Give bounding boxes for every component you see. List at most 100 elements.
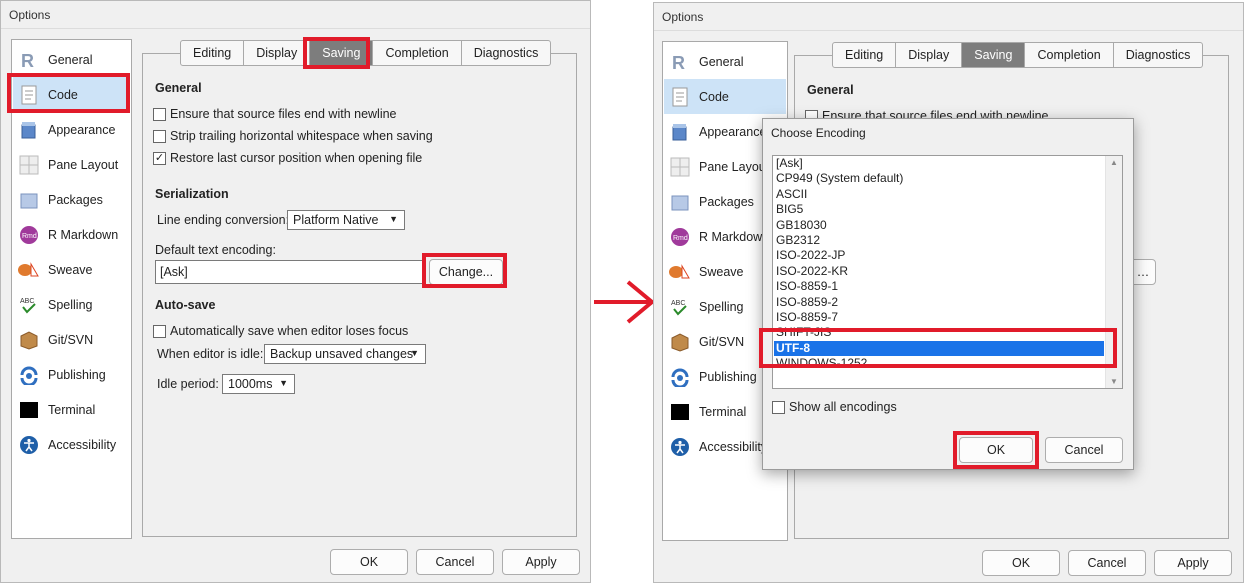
list-item[interactable]: ISO-2022-KR	[774, 264, 1104, 279]
list-item[interactable]: BIG5	[774, 202, 1104, 217]
tab-saving[interactable]: Saving	[310, 40, 374, 66]
list-item[interactable]: [Ask]	[774, 156, 1104, 171]
encoding-items: [Ask] CP949 (System default) ASCII BIG5 …	[774, 156, 1104, 371]
checkbox-box[interactable]	[153, 107, 166, 121]
checkbox-checked[interactable]: ✓	[153, 151, 166, 165]
sidebar-item-label: Sweave	[699, 264, 744, 279]
list-item[interactable]: ASCII	[774, 187, 1104, 202]
tab-bar: Editing Display Saving Completion Diagno…	[832, 42, 1204, 68]
cancel-button[interactable]: Cancel	[1068, 550, 1146, 576]
apply-button[interactable]: Apply	[502, 549, 580, 575]
sidebar-item-appearance[interactable]: Appearance	[13, 112, 130, 147]
tab-diagnostics[interactable]: Diagnostics	[461, 40, 552, 66]
svg-text:ABC: ABC	[20, 298, 34, 305]
paint-bucket-icon	[18, 119, 40, 141]
sidebar-item-label: Terminal	[48, 402, 96, 417]
sidebar-item-pane-layout[interactable]: Pane Layout	[13, 147, 130, 182]
idle-select[interactable]: Backup unsaved changes ▼	[264, 344, 426, 364]
tab-editing[interactable]: Editing	[180, 40, 245, 66]
sidebar-item-r-markdown[interactable]: Rmd R Markdown	[13, 217, 130, 252]
publishing-icon	[669, 366, 691, 388]
list-item[interactable]: WINDOWS-1252	[774, 356, 1104, 371]
sidebar-item-label: Packages	[699, 194, 754, 209]
arrow-right-icon	[594, 280, 656, 324]
sidebar-item-code[interactable]: Code	[13, 77, 130, 112]
svg-text:R: R	[672, 53, 685, 72]
tab-display[interactable]: Display	[896, 42, 963, 68]
change-encoding-button[interactable]: Change...	[429, 259, 503, 285]
sidebar-item-label: Git/SVN	[48, 332, 94, 347]
sidebar-item-label: Pane Layout	[48, 157, 119, 172]
checkbox-box[interactable]	[153, 129, 166, 143]
window-title: Options	[1, 1, 590, 29]
git-svn-box-icon	[669, 331, 691, 353]
ok-button[interactable]: OK	[982, 550, 1060, 576]
list-item[interactable]: ISO-2022-JP	[774, 248, 1104, 263]
scroll-up-icon[interactable]: ▲	[1110, 158, 1118, 167]
list-item[interactable]: ISO-8859-7	[774, 310, 1104, 325]
list-item[interactable]: SHIFT-JIS	[774, 325, 1104, 340]
chevron-down-icon: ▼	[279, 378, 288, 388]
list-item[interactable]: GB2312	[774, 233, 1104, 248]
sidebar-item-label: Pane Layout	[699, 159, 770, 174]
sidebar-item-publishing[interactable]: Publishing	[13, 357, 130, 392]
sidebar-item-label: Code	[48, 87, 78, 102]
sidebar-item-git-svn[interactable]: Git/SVN	[13, 322, 130, 357]
tab-completion[interactable]: Completion	[1025, 42, 1114, 68]
list-item[interactable]: ISO-8859-2	[774, 295, 1104, 310]
sidebar-item-label: Terminal	[699, 404, 747, 419]
chevron-down-icon: ▼	[389, 214, 398, 224]
choose-encoding-dialog: Choose Encoding ▲ ▼ [Ask] CP949 (System …	[759, 118, 1134, 470]
scroll-down-icon[interactable]: ▼	[1110, 377, 1118, 386]
sidebar-item-sweave[interactable]: Sweave	[13, 252, 130, 287]
ensure-newline-checkbox[interactable]: Ensure that source files end with newlin…	[153, 107, 397, 121]
publishing-icon	[18, 364, 40, 386]
ok-button[interactable]: OK	[330, 549, 408, 575]
list-item[interactable]: CP949 (System default)	[774, 171, 1104, 186]
sidebar-item-packages[interactable]: Packages	[13, 182, 130, 217]
tab-display[interactable]: Display	[244, 40, 311, 66]
tab-saving[interactable]: Saving	[962, 42, 1026, 68]
checkbox-box[interactable]	[772, 400, 785, 414]
encoding-field: [Ask]	[155, 260, 425, 284]
sidebar-item-spelling[interactable]: ABC Spelling	[13, 287, 130, 322]
sidebar-item-general[interactable]: R General	[664, 44, 786, 79]
options-window-right: Options R General Code Appearance Pane L…	[653, 2, 1244, 583]
apply-button[interactable]: Apply	[1154, 550, 1232, 576]
list-scrollbar[interactable]: ▲ ▼	[1105, 156, 1122, 388]
sidebar-item-code[interactable]: Code	[664, 79, 786, 114]
sidebar-item-label: General	[699, 54, 744, 69]
show-all-encodings-checkbox[interactable]: Show all encodings	[772, 400, 897, 414]
checkbox-box[interactable]	[153, 324, 166, 338]
sweave-icon	[669, 261, 691, 283]
tab-editing[interactable]: Editing	[832, 42, 897, 68]
pane-layout-icon	[18, 154, 40, 176]
autosave-section-title: Auto-save	[155, 298, 216, 312]
line-ending-select[interactable]: Platform Native ▼	[287, 210, 405, 230]
sidebar-item-label: Accessibility	[699, 439, 768, 454]
restore-cursor-checkbox[interactable]: ✓ Restore last cursor position when open…	[153, 151, 422, 165]
encoding-list[interactable]: ▲ ▼ [Ask] CP949 (System default) ASCII B…	[772, 155, 1123, 389]
dialog-cancel-button[interactable]: Cancel	[1045, 437, 1123, 463]
tab-diagnostics[interactable]: Diagnostics	[1113, 42, 1204, 68]
tab-completion[interactable]: Completion	[373, 40, 462, 66]
list-item[interactable]: ISO-8859-1	[774, 279, 1104, 294]
list-item[interactable]: GB18030	[774, 218, 1104, 233]
general-section-title: General	[155, 81, 202, 95]
list-item-selected[interactable]: UTF-8	[774, 340, 1104, 357]
code-page-icon	[18, 84, 40, 106]
period-label: Idle period:	[157, 377, 219, 391]
tab-bar: Editing Display Saving Completion Diagno…	[180, 40, 552, 66]
dialog-ok-button[interactable]: OK	[959, 437, 1033, 463]
sweave-icon	[18, 259, 40, 281]
checkbox-label: Restore last cursor position when openin…	[170, 151, 423, 165]
sidebar-item-general[interactable]: R General	[13, 42, 130, 77]
autosave-focus-checkbox[interactable]: Automatically save when editor loses foc…	[153, 324, 408, 338]
cancel-button[interactable]: Cancel	[416, 549, 494, 575]
period-select[interactable]: 1000ms ▼	[222, 374, 295, 394]
sidebar-item-label: R Markdown	[48, 227, 119, 242]
svg-text:R: R	[21, 51, 34, 70]
sidebar-item-accessibility[interactable]: Accessibility	[13, 427, 130, 462]
sidebar-item-terminal[interactable]: Terminal	[13, 392, 130, 427]
strip-whitespace-checkbox[interactable]: Strip trailing horizontal whitespace whe…	[153, 129, 433, 143]
